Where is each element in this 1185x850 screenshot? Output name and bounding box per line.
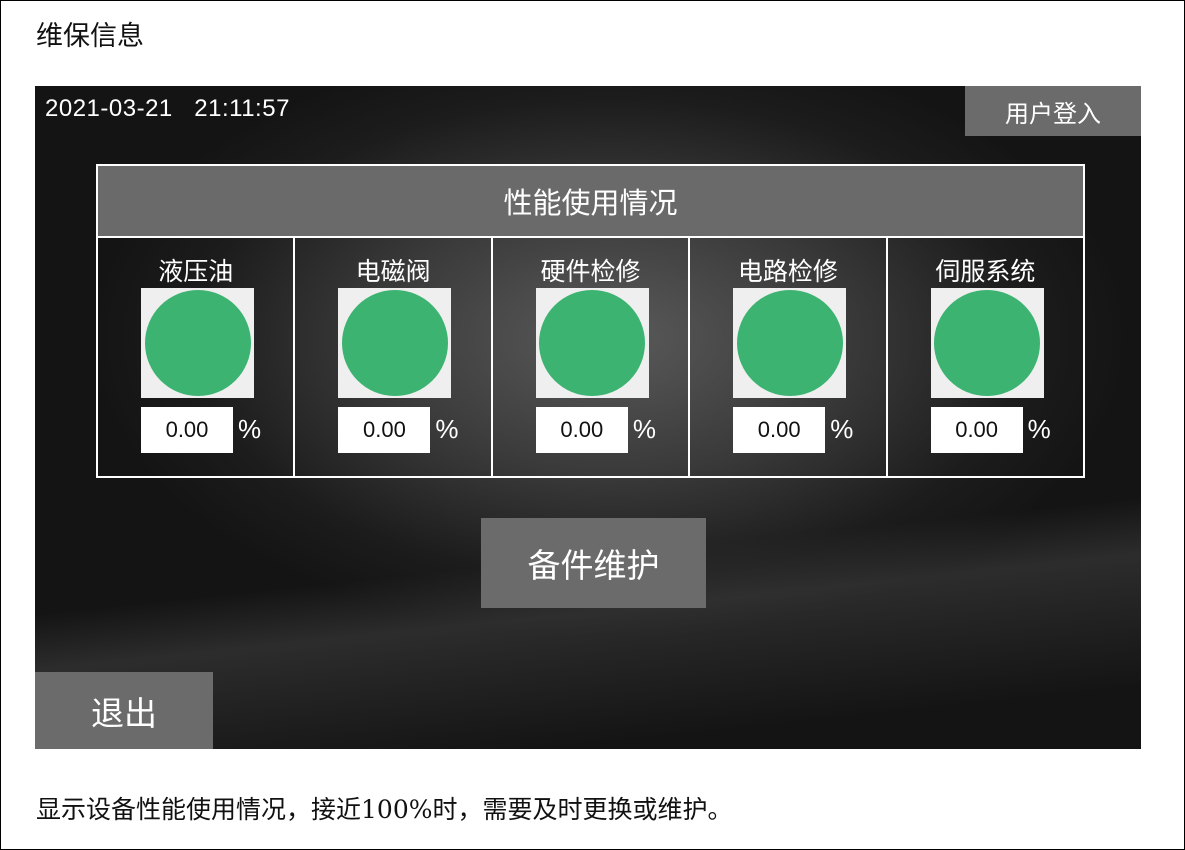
status-lamp-frame [338, 288, 452, 398]
percent-unit: % [435, 414, 459, 444]
exit-button[interactable]: 退出 [35, 672, 213, 749]
indicator-cell-hydraulic-oil: 液压油 0.00 % [98, 238, 296, 476]
status-lamp-icon [539, 290, 646, 396]
indicator-cell-hardware-service: 硬件检修 0.00 % [493, 238, 691, 476]
spare-parts-maintenance-button[interactable]: 备件维护 [481, 518, 706, 608]
indicator-label: 电磁阀 [355, 257, 431, 286]
document-title: 维保信息 [36, 21, 144, 52]
user-login-button[interactable]: 用户登入 [965, 86, 1141, 136]
indicator-label: 液压油 [158, 257, 234, 286]
status-lamp-frame [930, 288, 1044, 398]
usage-value-field[interactable]: 0.00 [930, 407, 1023, 453]
percent-unit: % [632, 414, 656, 444]
hmi-screen: 2021-03-21 21:11:57 用户登入 性能使用情况 液压油 0.00… [35, 86, 1141, 749]
document-caption: 显示设备性能使用情况，接近100%时，需要及时更换或维护。 [36, 795, 733, 824]
status-lamp-frame [535, 288, 649, 398]
indicator-cell-solenoid-valve: 电磁阀 0.00 % [295, 238, 493, 476]
indicator-label: 硬件检修 [540, 257, 641, 286]
datetime-display: 2021-03-21 21:11:57 [45, 95, 290, 122]
usage-value-field[interactable]: 0.00 [141, 407, 233, 453]
usage-value-field[interactable]: 0.00 [338, 407, 431, 453]
status-lamp-icon [736, 290, 843, 396]
usage-value-field[interactable]: 0.00 [733, 407, 826, 453]
status-lamp-frame [141, 288, 254, 398]
panel-title: 性能使用情况 [98, 166, 1083, 238]
indicator-label: 伺服系统 [935, 257, 1036, 286]
indicator-cell-servo-system: 伺服系统 0.00 % [888, 238, 1083, 476]
indicator-row: 液压油 0.00 % 电磁阀 0.00 % 硬件检修 0.00 % 电路检修 0… [98, 238, 1083, 476]
status-lamp-icon [934, 290, 1041, 396]
usage-value-field[interactable]: 0.00 [535, 407, 628, 453]
indicator-cell-circuit-service: 电路检修 0.00 % [690, 238, 888, 476]
indicator-label: 电路检修 [737, 257, 838, 286]
status-lamp-frame [733, 288, 847, 398]
status-lamp-icon [341, 290, 448, 396]
status-lamp-icon [144, 290, 251, 396]
performance-panel: 性能使用情况 液压油 0.00 % 电磁阀 0.00 % 硬件检修 0.00 % [96, 164, 1085, 478]
percent-unit: % [238, 414, 262, 444]
percent-unit: % [830, 414, 854, 444]
percent-unit: % [1027, 414, 1051, 444]
